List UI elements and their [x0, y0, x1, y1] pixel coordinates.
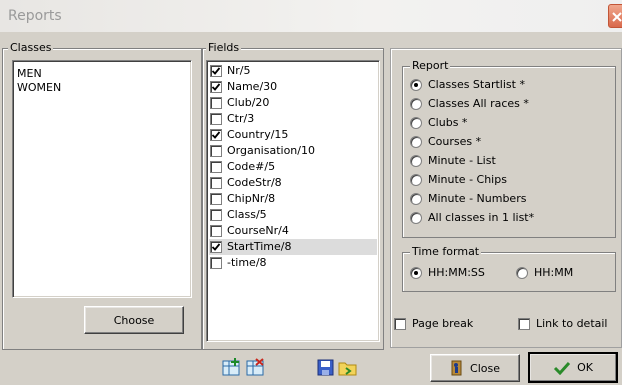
radio-label: Clubs *: [428, 116, 468, 129]
save-icon[interactable]: [316, 358, 336, 378]
checkmark-icon: [554, 361, 571, 375]
list-item[interactable]: WOMEN: [17, 81, 61, 95]
radio-label: All classes in 1 list*: [428, 211, 535, 224]
field-checkbox[interactable]: [210, 209, 222, 221]
field-checkbox[interactable]: [210, 81, 222, 93]
report-group-label: Report: [410, 59, 451, 72]
check-icon: [211, 83, 221, 91]
field-label: Club/20: [227, 96, 270, 109]
field-row[interactable]: Organisation/10: [209, 143, 377, 159]
field-label: Country/15: [227, 128, 289, 141]
time-format-label: Time format: [410, 245, 482, 258]
radio-button[interactable]: [410, 174, 422, 186]
field-checkbox[interactable]: [210, 257, 222, 269]
field-row[interactable]: Name/30: [209, 79, 377, 95]
radio-label: Minute - List: [428, 154, 496, 167]
close-window-button[interactable]: [608, 4, 622, 28]
radio-button[interactable]: [410, 193, 422, 205]
link-to-detail-label: Link to detail: [536, 317, 608, 330]
radio-button[interactable]: [410, 136, 422, 148]
open-folder-icon[interactable]: [338, 358, 358, 378]
ok-button-label: OK: [577, 361, 593, 374]
radio-label: Classes All races *: [428, 97, 529, 110]
field-row[interactable]: Ctr/3: [209, 111, 377, 127]
field-checkbox[interactable]: [210, 177, 222, 189]
radio-label: Classes Startlist *: [428, 78, 525, 91]
page-break-label: Page break: [412, 317, 474, 330]
field-row[interactable]: Club/20: [209, 95, 377, 111]
field-label: Nr/5: [227, 64, 251, 77]
fields-listbox[interactable]: Nr/5 Name/30 Club/20 Ctr/3 Country/15 Organis…: [206, 60, 380, 342]
choose-button[interactable]: Choose: [84, 306, 184, 334]
remove-field-icon[interactable]: [246, 358, 266, 378]
exit-door-icon: [451, 360, 462, 376]
radio-label: Courses *: [428, 135, 482, 148]
field-checkbox[interactable]: [210, 225, 222, 237]
radio-label: Minute - Numbers: [428, 192, 527, 205]
field-checkbox[interactable]: [210, 145, 222, 157]
radio-button[interactable]: [410, 267, 422, 279]
fields-label: Fields: [206, 41, 242, 54]
close-x-icon: [612, 12, 622, 22]
field-checkbox[interactable]: [210, 161, 222, 173]
field-checkbox[interactable]: [210, 193, 222, 205]
field-label: CodeStr/8: [227, 176, 282, 189]
field-row[interactable]: Code#/5: [209, 159, 377, 175]
list-item[interactable]: MEN: [17, 67, 42, 81]
radio-label: HH:MM:SS: [428, 266, 485, 279]
field-label: ChipNr/8: [227, 192, 276, 205]
field-label: CourseNr/4: [227, 224, 289, 237]
field-checkbox[interactable]: [210, 97, 222, 109]
close-button-label: Close: [470, 361, 500, 375]
add-field-icon[interactable]: [222, 358, 242, 378]
field-label: Class/5: [227, 208, 267, 221]
radio-button[interactable]: [410, 79, 422, 91]
field-label: Code#/5: [227, 160, 276, 173]
field-row[interactable]: CourseNr/4: [209, 223, 377, 239]
close-button[interactable]: Close: [430, 354, 520, 382]
classes-listbox[interactable]: MEN WOMEN: [12, 60, 192, 298]
field-checkbox[interactable]: [210, 241, 222, 253]
window-title: Reports: [8, 8, 62, 24]
field-row[interactable]: Country/15: [209, 127, 377, 143]
field-row[interactable]: Class/5: [209, 207, 377, 223]
radio-label: HH:MM: [534, 266, 574, 279]
radio-button[interactable]: [410, 117, 422, 129]
radio-button[interactable]: [410, 98, 422, 110]
classes-label: Classes: [8, 41, 54, 54]
field-checkbox[interactable]: [210, 113, 222, 125]
field-row[interactable]: CodeStr/8: [209, 175, 377, 191]
radio-button[interactable]: [410, 212, 422, 224]
checkbox[interactable]: [518, 318, 530, 330]
checkbox[interactable]: [394, 318, 406, 330]
reports-dialog: Reports Classes MEN WOMEN Choose Fields …: [0, 0, 622, 385]
ok-button[interactable]: OK: [528, 352, 618, 383]
title-bar[interactable]: Reports: [0, 0, 622, 32]
field-checkbox[interactable]: [210, 129, 222, 141]
field-label: Organisation/10: [227, 144, 315, 157]
field-checkbox[interactable]: [210, 65, 222, 77]
radio-button[interactable]: [516, 267, 528, 279]
check-icon: [211, 67, 221, 75]
radio-label: Minute - Chips: [428, 173, 507, 186]
field-row[interactable]: ChipNr/8: [209, 191, 377, 207]
check-icon: [211, 243, 221, 251]
field-label: Ctr/3: [227, 112, 255, 125]
check-icon: [211, 131, 221, 139]
radio-button[interactable]: [410, 155, 422, 167]
field-label: Name/30: [227, 80, 278, 93]
field-label: StartTime/8: [227, 240, 292, 253]
field-row[interactable]: -time/8: [209, 255, 377, 271]
field-row[interactable]: StartTime/8: [209, 239, 377, 255]
field-row[interactable]: Nr/5: [209, 63, 377, 79]
choose-button-label: Choose: [113, 313, 155, 327]
field-label: -time/8: [227, 256, 267, 269]
